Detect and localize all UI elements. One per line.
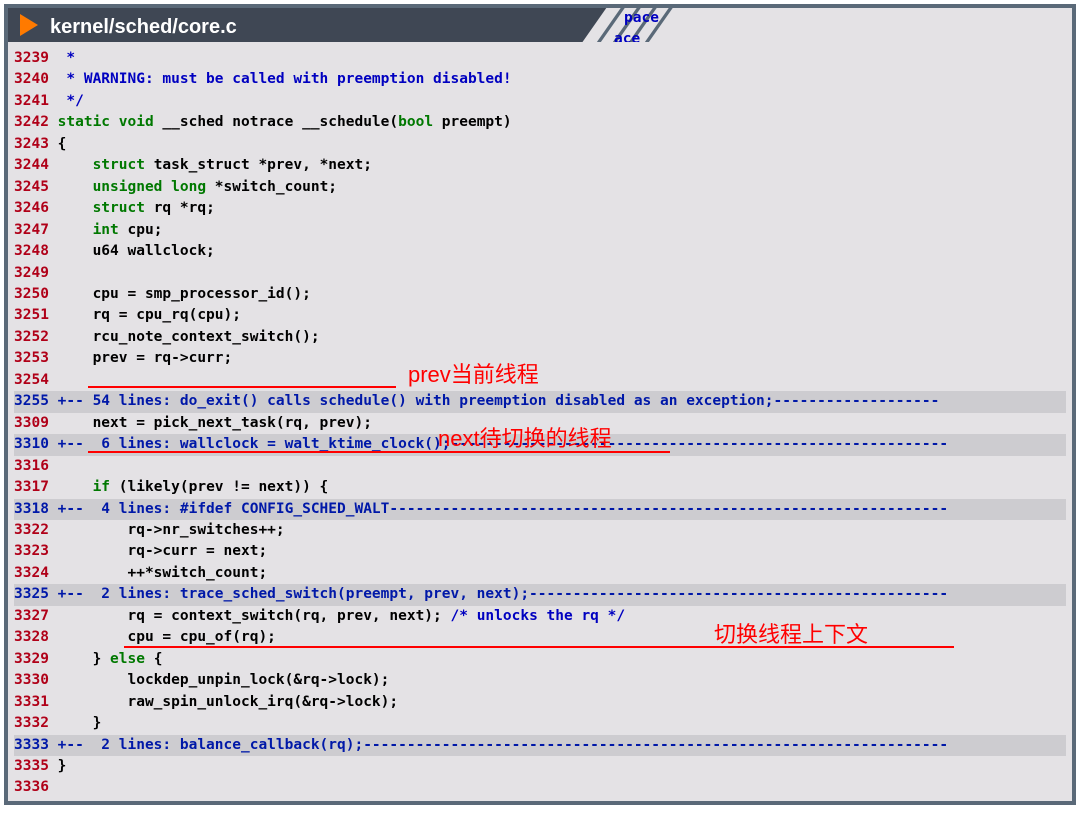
code-line: 3332 } — [14, 713, 1066, 734]
fold-line[interactable]: 3255 +-- 54 lines: do_exit() calls sched… — [14, 391, 1066, 412]
line-number: 3333 — [14, 737, 49, 753]
line-number: 3251 — [14, 307, 49, 323]
line-number: 3330 — [14, 672, 49, 688]
title-bar: kernel/sched/core.c paceace — [8, 8, 1072, 42]
annotation-underline-1 — [88, 386, 396, 388]
code-line: 3252 rcu_note_context_switch(); — [14, 327, 1066, 348]
code-line: 3240 * WARNING: must be called with pree… — [14, 69, 1066, 90]
code-line: 3245 unsigned long *switch_count; — [14, 177, 1066, 198]
line-number: 3246 — [14, 200, 49, 216]
code-line: 3241 */ — [14, 91, 1066, 112]
code-line: 3324 ++*switch_count; — [14, 563, 1066, 584]
fold-line[interactable]: 3333 +-- 2 lines: balance_callback(rq);-… — [14, 735, 1066, 756]
code-line: 3330 lockdep_unpin_lock(&rq->lock); — [14, 670, 1066, 691]
code-line: 3253 prev = rq->curr; — [14, 348, 1066, 369]
code-line: 3251 rq = cpu_rq(cpu); — [14, 305, 1066, 326]
code-line: 3336 — [14, 777, 1066, 798]
background-text: paceace — [624, 8, 659, 42]
code-line: 3242 static void __sched notrace __sched… — [14, 112, 1066, 133]
annotation-underline-3 — [124, 646, 954, 648]
code-line: 3250 cpu = smp_processor_id(); — [14, 284, 1066, 305]
line-number: 3316 — [14, 458, 49, 474]
line-number: 3327 — [14, 608, 49, 624]
code-line: 3329 } else { — [14, 649, 1066, 670]
line-number: 3328 — [14, 629, 49, 645]
line-number: 3318 — [14, 501, 49, 517]
line-number: 3244 — [14, 157, 49, 173]
code-line: 3254 — [14, 370, 1066, 391]
code-line: 3243 { — [14, 134, 1066, 155]
play-icon — [20, 14, 38, 36]
file-path: kernel/sched/core.c — [50, 13, 237, 42]
line-number: 3242 — [14, 114, 49, 130]
line-number: 3243 — [14, 136, 49, 152]
line-number: 3309 — [14, 415, 49, 431]
line-number: 3336 — [14, 779, 49, 795]
line-number: 3247 — [14, 222, 49, 238]
line-number: 3249 — [14, 265, 49, 281]
code-line: 3247 int cpu; — [14, 220, 1066, 241]
line-number: 3253 — [14, 350, 49, 366]
line-number: 3335 — [14, 758, 49, 774]
annotation-prev: prev当前线程 — [408, 359, 539, 392]
line-number: 3250 — [14, 286, 49, 302]
code-line: 3316 — [14, 456, 1066, 477]
code-line: 3331 raw_spin_unlock_irq(&rq->lock); — [14, 692, 1066, 713]
fold-line[interactable]: 3325 +-- 2 lines: trace_sched_switch(pre… — [14, 584, 1066, 605]
line-number: 3255 — [14, 393, 49, 409]
line-number: 3239 — [14, 50, 49, 66]
code-area[interactable]: 3239 *3240 * WARNING: must be called wit… — [8, 42, 1072, 801]
fold-line[interactable]: 3318 +-- 4 lines: #ifdef CONFIG_SCHED_WA… — [14, 499, 1066, 520]
line-number: 3324 — [14, 565, 49, 581]
line-number: 3254 — [14, 372, 49, 388]
line-number: 3240 — [14, 71, 49, 87]
code-line: 3323 rq->curr = next; — [14, 541, 1066, 562]
line-number: 3245 — [14, 179, 49, 195]
code-line: 3317 if (likely(prev != next)) { — [14, 477, 1066, 498]
code-line: 3322 rq->nr_switches++; — [14, 520, 1066, 541]
line-number: 3310 — [14, 436, 49, 452]
code-line: 3239 * — [14, 48, 1066, 69]
line-number: 3322 — [14, 522, 49, 538]
code-line: 3246 struct rq *rq; — [14, 198, 1066, 219]
line-number: 3331 — [14, 694, 49, 710]
code-line: 3327 rq = context_switch(rq, prev, next)… — [14, 606, 1066, 627]
line-number: 3329 — [14, 651, 49, 667]
code-line: 3244 struct task_struct *prev, *next; — [14, 155, 1066, 176]
code-line: 3335 } — [14, 756, 1066, 777]
line-number: 3332 — [14, 715, 49, 731]
code-line: 3248 u64 wallclock; — [14, 241, 1066, 262]
line-number: 3317 — [14, 479, 49, 495]
annotation-underline-2 — [88, 451, 670, 453]
code-line: 3249 — [14, 263, 1066, 284]
line-number: 3323 — [14, 543, 49, 559]
line-number: 3325 — [14, 586, 49, 602]
app-frame: kernel/sched/core.c paceace 3239 *3240 *… — [4, 4, 1076, 805]
line-number: 3241 — [14, 93, 49, 109]
line-number: 3248 — [14, 243, 49, 259]
line-number: 3252 — [14, 329, 49, 345]
